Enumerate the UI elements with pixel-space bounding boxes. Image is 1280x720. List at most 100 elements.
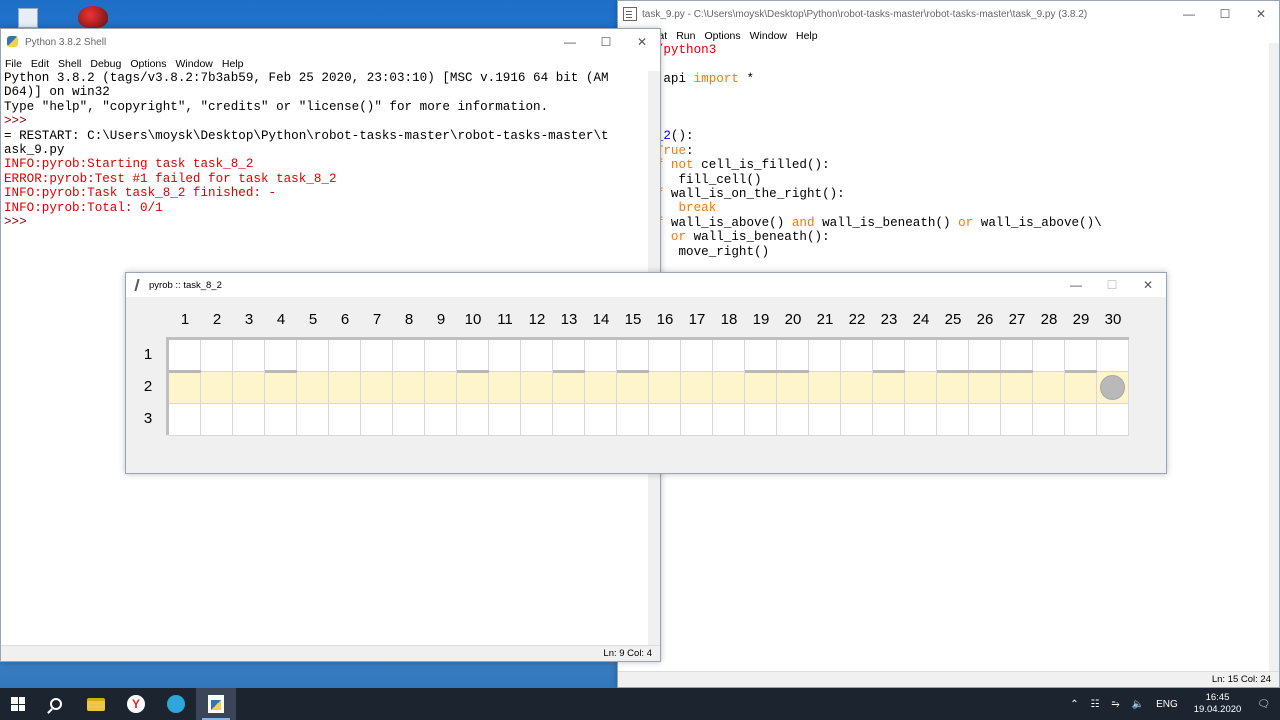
desktop-app-icon[interactable] [72,2,112,30]
grid-cell [937,404,969,436]
grid-cell [1001,372,1033,404]
close-button[interactable]: ✕ [624,29,660,55]
grid-cell [1033,340,1065,372]
grid-cell [649,340,681,372]
grid-cell [841,404,873,436]
clock-time: 16:45 [1205,692,1230,703]
grid-cell [393,404,425,436]
editor-menu-run[interactable]: Run [676,30,695,42]
grid-cell [969,372,1001,404]
yandex-icon: Y [127,695,145,713]
column-label: 23 [880,311,898,328]
python-idle-button[interactable] [196,688,236,720]
maximize-button[interactable]: ☐ [1207,1,1243,27]
grid-cell [585,372,617,404]
close-button[interactable]: ✕ [1243,1,1279,27]
pyrob-titlebar[interactable]: pyrob :: task_8_2 — ☐ ✕ [126,273,1166,297]
grid-cell [745,340,777,372]
grid-cell [809,404,841,436]
column-label: 20 [784,311,802,328]
file-explorer-button[interactable] [76,688,116,720]
language-indicator[interactable]: ENG [1156,699,1178,710]
wall-segment [745,370,777,373]
editor-menu-help[interactable]: Help [796,30,818,42]
shell-menu-debug[interactable]: Debug [90,58,121,70]
notification-icon[interactable]: 🗨 [1257,699,1270,710]
grid-cell [841,372,873,404]
column-label: 22 [848,311,866,328]
grid-cell [969,404,1001,436]
column-label: 24 [912,311,930,328]
shell-titlebar[interactable]: Python 3.8.2 Shell — ☐ ✕ [1,29,660,55]
column-label: 3 [244,311,254,328]
start-button[interactable] [0,688,36,720]
grid-cell [329,340,361,372]
search-button[interactable] [36,688,76,720]
column-label: 5 [308,311,318,328]
maximize-button[interactable]: ☐ [588,29,624,55]
clock[interactable]: 16:45 19.04.2020 [1194,692,1242,716]
grid-cell [169,372,201,404]
python-icon [6,35,20,49]
feather-icon [134,279,146,291]
column-label: 14 [592,311,610,328]
wall-segment [553,370,585,373]
telegram-button[interactable] [156,688,196,720]
shell-line: >>> [4,114,35,129]
grid-cell [777,372,809,404]
app-tray-icon[interactable]: ☷ [1091,699,1100,710]
editor-status: Ln: 15 Col: 24 [618,671,1279,687]
robot [1100,375,1125,400]
column-label: 2 [212,311,222,328]
grid-cell [905,372,937,404]
chevron-up-icon[interactable]: ⌃ [1070,699,1078,710]
column-label: 21 [816,311,834,328]
wall-segment [1065,370,1097,373]
robot-grid [166,337,1129,436]
column-label: 1 [180,311,190,328]
shell-line: D64)] on win32 [4,85,110,100]
shell-menu-window[interactable]: Window [176,58,213,70]
grid-cell [553,372,585,404]
column-label: 7 [372,311,382,328]
code-line: hile True: [618,143,694,158]
grid-cell [809,340,841,372]
maximize-button: ☐ [1106,278,1118,292]
shell-menu-file[interactable]: File [5,58,22,70]
shell-menu-shell[interactable]: Shell [58,58,81,70]
grid-cell [201,372,233,404]
editor-menu-options[interactable]: Options [704,30,740,42]
grid-cell [745,372,777,404]
minimize-button[interactable]: — [1058,273,1094,297]
grid-cell [777,340,809,372]
close-button[interactable]: ✕ [1130,273,1166,297]
pyrob-title: pyrob :: task_8_2 [149,279,222,291]
grid-cell [233,340,265,372]
yandex-browser-button[interactable]: Y [116,688,156,720]
editor-titlebar[interactable]: task_9.py - C:\Users\moysk\Desktop\Pytho… [618,1,1279,27]
shell-menu-help[interactable]: Help [222,58,244,70]
code-line: or wall_is_beneath(): [670,230,830,245]
wall-segment [873,370,905,373]
volume-icon[interactable]: 🔈 [1132,699,1144,710]
recycle-bin-icon[interactable] [10,2,50,30]
shell-menu-edit[interactable]: Edit [31,58,49,70]
column-label: 12 [528,311,546,328]
minimize-button[interactable]: — [1171,1,1207,27]
shell-line: INFO:pyrob:Total: 0/1 [4,200,163,215]
grid-cell [713,404,745,436]
editor-scrollbar[interactable] [1269,43,1279,671]
wall-segment [169,370,201,373]
column-label: 27 [1008,311,1026,328]
grid-cell [457,340,489,372]
shell-line: Python 3.8.2 (tags/v3.8.2:7b3ab59, Feb 2… [4,71,609,85]
shell-output[interactable]: Python 3.8.2 (tags/v3.8.2:7b3ab59, Feb 2… [4,71,649,229]
grid-cell [489,340,521,372]
shell-menu-options[interactable]: Options [130,58,166,70]
grid-cell [681,404,713,436]
minimize-button[interactable]: — [552,29,588,55]
grid-cell [201,340,233,372]
network-icon[interactable]: ⥱ [1112,699,1120,710]
editor-menu-window[interactable]: Window [750,30,787,42]
